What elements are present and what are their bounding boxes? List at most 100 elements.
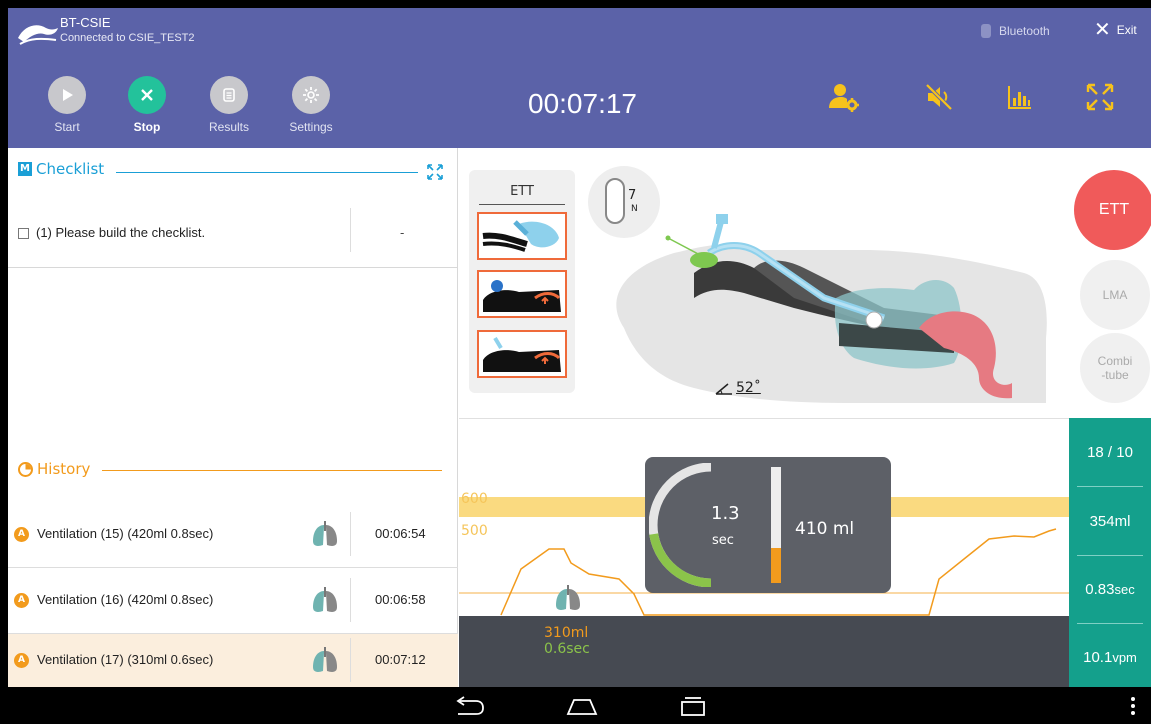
checklist-title: Checklist: [36, 160, 105, 178]
bluetooth-icon: [981, 24, 991, 38]
history-text: Ventilation (16) (420ml 0.8sec): [37, 592, 214, 607]
lma-mode-button[interactable]: LMA: [1080, 260, 1150, 330]
divider: [1077, 555, 1143, 556]
last-time-label: 0.6sec: [544, 641, 590, 657]
last-volume-label: 310ml: [544, 625, 589, 641]
user-settings-icon[interactable]: [827, 80, 861, 114]
ventilation-graph: 600 500 310ml 0.6sec 1.3 sec 410 ml: [459, 418, 1069, 687]
history-divider: [102, 470, 442, 471]
combitube-mode-button[interactable]: Combi -tube: [1080, 333, 1150, 403]
pressure-unit: N: [631, 204, 638, 214]
volume-bar: [771, 467, 781, 583]
start-button[interactable]: Start: [37, 76, 97, 134]
app-name: BT-CSIE: [60, 15, 111, 30]
ett-procedure-card: ETT: [469, 170, 575, 393]
home-icon[interactable]: [564, 696, 600, 716]
ventilation-rate-unit: vpm: [1112, 650, 1137, 665]
auto-badge: A: [14, 593, 29, 608]
fullscreen-icon[interactable]: [1083, 80, 1117, 114]
logo-icon: [18, 25, 58, 45]
history-icon: [18, 461, 33, 477]
bluetooth-label: Bluetooth: [999, 24, 1050, 38]
history-row-selected[interactable]: A Ventilation (17) (310ml 0.6sec) 00:07:…: [8, 634, 458, 687]
mute-icon[interactable]: [922, 80, 956, 114]
volume-value: 410 ml: [795, 519, 855, 539]
checklist-item-value: -: [400, 226, 405, 240]
ett-mode-button[interactable]: ETT: [1074, 170, 1151, 250]
pressure-bar: [605, 178, 625, 224]
divider: [1077, 486, 1143, 487]
level-high-label: 600: [461, 491, 488, 507]
ventilation-count: 18 / 10: [1087, 444, 1133, 461]
system-nav-bar: [0, 687, 1151, 724]
divider: [1077, 623, 1143, 624]
overflow-menu-icon[interactable]: [1128, 695, 1138, 717]
checklist-header: M Checklist: [18, 160, 104, 178]
history-time: 00:06:54: [375, 526, 426, 541]
divider: [479, 204, 565, 205]
close-icon: ✕: [1094, 19, 1111, 41]
ett-card-title: ETT: [510, 184, 534, 199]
checklist-item-text: (1) Please build the checklist.: [36, 225, 206, 240]
history-text: Ventilation (17) (310ml 0.6sec): [37, 652, 214, 667]
history-row[interactable]: A Ventilation (15) (420ml 0.8sec) 00:06:…: [8, 502, 458, 568]
play-icon: [48, 76, 86, 114]
lungs-icon: [313, 587, 337, 612]
head-tilt-angle: 52˚: [714, 380, 761, 396]
ett-step-position-thumbnail[interactable]: [477, 270, 567, 318]
ett-step-inflate-thumbnail[interactable]: [477, 330, 567, 378]
divider: [350, 512, 351, 556]
angle-icon: [715, 383, 732, 395]
stop-label: Stop: [133, 120, 161, 134]
ventilation-rate-value: 10.1: [1083, 649, 1113, 666]
manual-mode-badge: M: [18, 162, 32, 176]
expand-icon[interactable]: [426, 163, 444, 181]
stop-icon: [128, 76, 166, 114]
ett-step-tube-thumbnail[interactable]: [477, 212, 567, 260]
settings-label: Settings: [289, 120, 333, 134]
bluetooth-status[interactable]: Bluetooth: [981, 24, 1050, 38]
results-icon: [210, 76, 248, 114]
bar-chart-icon[interactable]: [1003, 80, 1037, 114]
divider: [350, 638, 351, 682]
average-time-unit: sec: [1114, 582, 1135, 597]
checkbox[interactable]: [18, 228, 29, 239]
results-label: Results: [208, 120, 249, 134]
average-time-value: 0.83: [1085, 581, 1115, 598]
auto-badge: A: [14, 653, 29, 668]
back-icon[interactable]: [452, 695, 486, 717]
gear-icon: [292, 76, 330, 114]
history-time: 00:07:12: [375, 652, 426, 667]
history-title: History: [37, 460, 91, 478]
pressure-value: 7: [628, 188, 637, 203]
ventilation-rate: 10.1vpm: [1069, 649, 1151, 666]
recent-apps-icon[interactable]: [678, 695, 708, 717]
results-button[interactable]: Results: [199, 76, 259, 134]
lungs-icon: [556, 585, 580, 610]
app-screen: BT-CSIE Connected to CSIE_TEST2 Bluetoot…: [8, 8, 1151, 687]
connection-status: Connected to CSIE_TEST2: [60, 32, 195, 44]
duration-unit: sec: [712, 533, 734, 548]
exit-label: Exit: [1116, 23, 1137, 37]
volume-bar-fill: [771, 548, 781, 583]
level-low-label: 500: [461, 523, 488, 539]
auto-badge: A: [14, 527, 29, 542]
history-text: Ventilation (15) (420ml 0.8sec): [37, 526, 214, 541]
header-bar: BT-CSIE Connected to CSIE_TEST2 Bluetoot…: [8, 8, 1151, 148]
duration-value: 1.3: [711, 503, 740, 524]
average-volume: 354ml: [1089, 513, 1131, 530]
history-row[interactable]: A Ventilation (16) (420ml 0.8sec) 00:06:…: [8, 568, 458, 634]
stats-panel: 18 / 10 354ml 0.83sec 10.1vpm: [1069, 418, 1151, 687]
checklist-item[interactable]: (1) Please build the checklist. -: [8, 204, 458, 268]
left-panel: M Checklist (1) Please build the checkli…: [8, 148, 458, 687]
stop-button[interactable]: Stop: [117, 76, 177, 134]
divider: [350, 578, 351, 622]
ventilation-live-panel: 1.3 sec 410 ml: [645, 457, 891, 593]
exit-button[interactable]: ✕ Exit: [1094, 19, 1137, 41]
start-label: Start: [54, 120, 80, 134]
lungs-icon: [313, 521, 337, 546]
history-header: History: [18, 460, 90, 478]
duration-arc: [649, 463, 712, 587]
settings-button[interactable]: Settings: [281, 76, 341, 134]
angle-value: 52˚: [736, 380, 761, 396]
